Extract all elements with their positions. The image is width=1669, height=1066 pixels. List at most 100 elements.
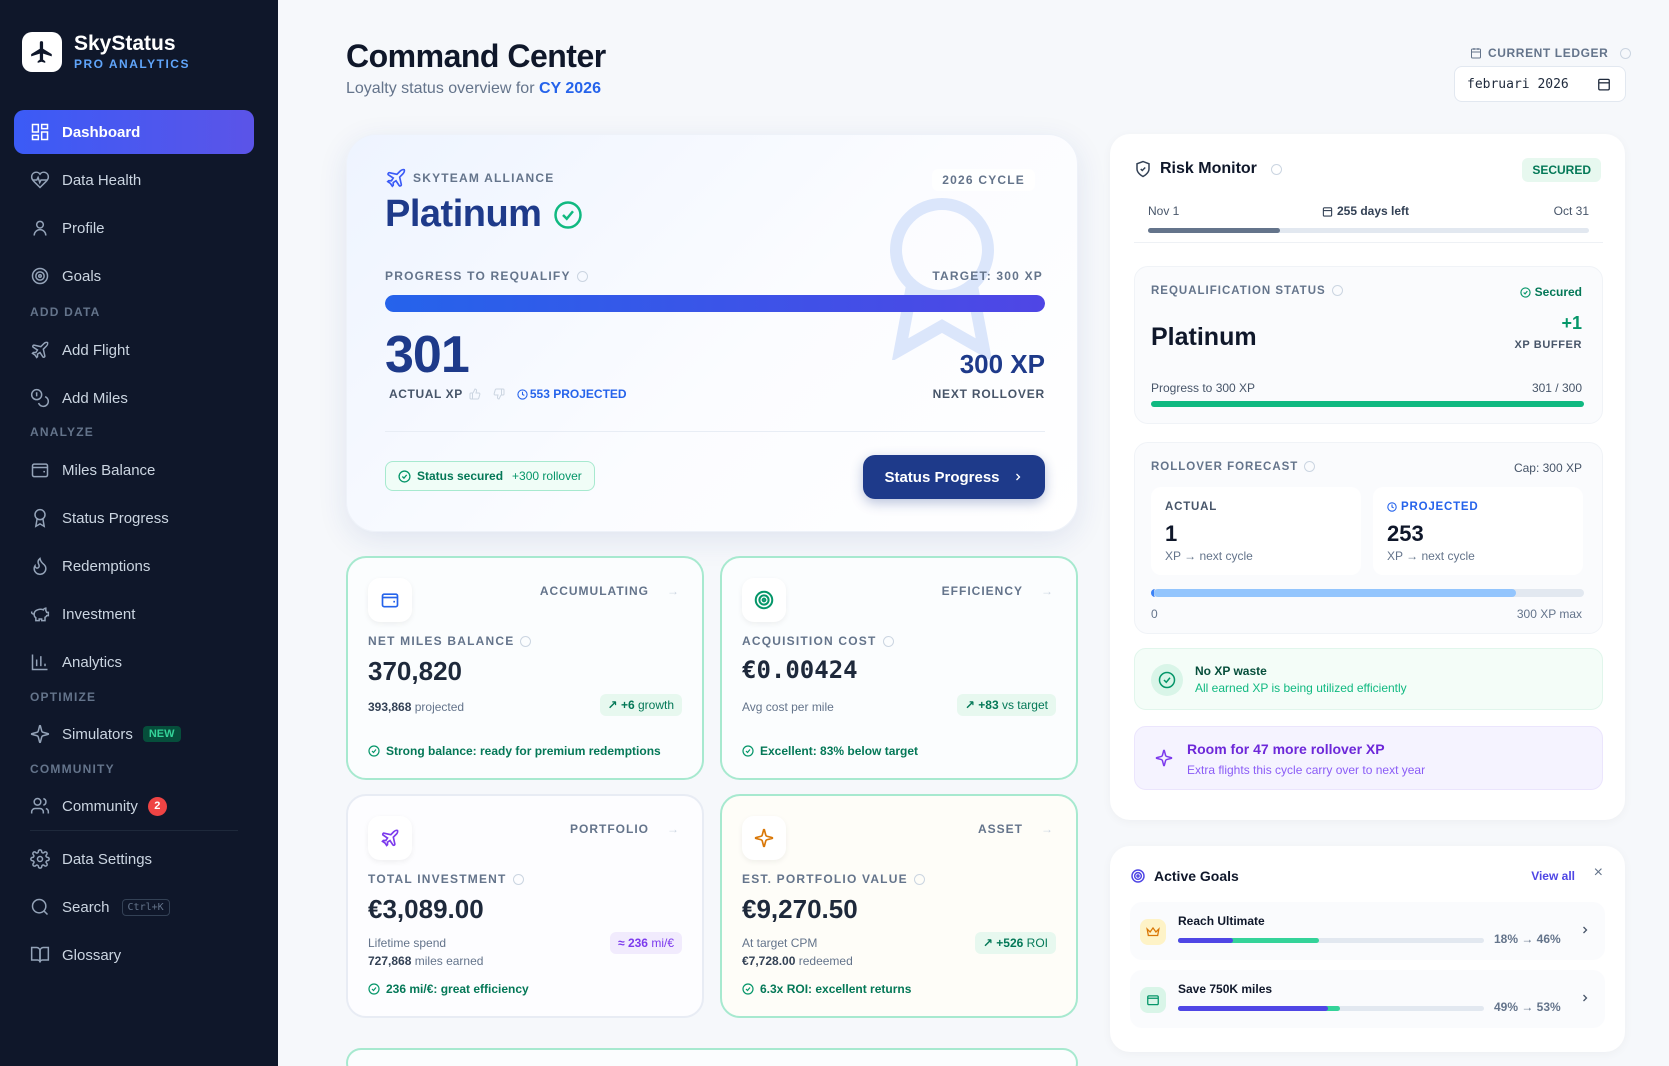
alert-title: No XP waste bbox=[1195, 664, 1267, 678]
thumbs-down-icon[interactable] bbox=[493, 388, 505, 400]
info-icon[interactable] bbox=[512, 874, 524, 886]
view-all-link[interactable]: View all bbox=[1531, 869, 1575, 883]
thumbs-up-icon[interactable] bbox=[469, 388, 481, 400]
card-tag-text: ACCUMULATING bbox=[539, 584, 649, 598]
sidebar-item-search[interactable]: Search Ctrl+K bbox=[14, 885, 254, 929]
projected-rollover-value: 253 bbox=[1387, 521, 1424, 546]
rollover-room-alert: Room for 47 more rollover XP Extra fligh… bbox=[1134, 726, 1603, 790]
sidebar-item-redemptions[interactable]: Redemptions bbox=[14, 544, 254, 588]
projected-rollover-text: PROJECTED bbox=[1401, 501, 1479, 513]
chevron-right-icon bbox=[1583, 994, 1588, 1002]
cycle-end-date: Oct 31 bbox=[1553, 204, 1589, 218]
card-label: EST. PORTFOLIO VALUE bbox=[742, 872, 925, 886]
sidebar-item-data-settings[interactable]: Data Settings bbox=[14, 837, 254, 881]
card-sub-text: miles earned bbox=[414, 954, 484, 968]
next-card-partial bbox=[346, 1048, 1078, 1066]
target-label: TARGET: 300 XP bbox=[932, 269, 1043, 283]
requal-label: REQUALIFICATION STATUS bbox=[1151, 285, 1343, 297]
sidebar-item-simulators[interactable]: Simulators NEW bbox=[14, 712, 254, 756]
total-investment-card[interactable]: PORTFOLIO → TOTAL INVESTMENT €3,089.00 Li… bbox=[346, 794, 704, 1018]
net-miles-balance-card[interactable]: ACCUMULATING → NET MILES BALANCE 370,820 … bbox=[346, 556, 704, 780]
info-icon[interactable] bbox=[1270, 163, 1282, 175]
sidebar-item-status-progress[interactable]: Status Progress bbox=[14, 496, 254, 540]
page-subtitle: Loyalty status overview for CY 2026 bbox=[346, 80, 601, 98]
portfolio-value-card[interactable]: ASSET → EST. PORTFOLIO VALUE €9,270.50 At… bbox=[720, 794, 1078, 1018]
sidebar-item-dashboard[interactable]: Dashboard bbox=[14, 110, 254, 154]
sidebar-item-goals[interactable]: Goals bbox=[14, 254, 254, 298]
goal-row[interactable]: Save 750K miles 49% → 53% bbox=[1130, 970, 1605, 1028]
info-icon[interactable] bbox=[576, 271, 588, 283]
arrow-right-icon: → bbox=[667, 584, 680, 598]
info-icon[interactable] bbox=[1304, 461, 1316, 473]
projected-rollover-label: PROJECTED bbox=[1387, 501, 1479, 513]
card-sub-value: 727,868 bbox=[368, 954, 412, 968]
check-circle-icon bbox=[554, 200, 583, 229]
actual-xp-value: 301 bbox=[385, 326, 470, 384]
pill-text: ROI bbox=[1026, 936, 1048, 950]
goal-row[interactable]: Reach Ultimate 18% → 46% bbox=[1130, 902, 1605, 960]
plane-icon bbox=[31, 341, 49, 359]
crown-icon bbox=[1140, 919, 1166, 945]
check-circle-icon bbox=[398, 469, 411, 483]
sidebar-item-label: Search bbox=[62, 898, 110, 916]
info-icon[interactable] bbox=[913, 874, 925, 886]
brand[interactable]: SkyStatus PRO ANALYTICS bbox=[22, 32, 190, 72]
sidebar: SkyStatus PRO ANALYTICS Dashboard Data H… bbox=[0, 0, 278, 1066]
goal-progress-text: 18% → 46% bbox=[1494, 932, 1561, 946]
card-label: TOTAL INVESTMENT bbox=[368, 872, 524, 886]
sidebar-item-add-miles[interactable]: Add Miles bbox=[14, 376, 254, 420]
info-icon[interactable] bbox=[1331, 285, 1343, 297]
status-progress-button[interactable]: Status Progress bbox=[863, 455, 1045, 499]
sidebar-item-label: Data Settings bbox=[62, 850, 153, 868]
card-tag-text: ASSET bbox=[977, 822, 1023, 836]
book-icon bbox=[30, 946, 50, 963]
card-value: €0.00424 bbox=[742, 656, 858, 684]
rocket-icon bbox=[368, 816, 412, 860]
goal-current-fill bbox=[1178, 1006, 1328, 1011]
alert-subtitle: Extra flights this cycle carry over to n… bbox=[1187, 763, 1426, 777]
wallet-icon bbox=[1140, 987, 1166, 1013]
sidebar-item-glossary[interactable]: Glossary bbox=[14, 933, 254, 977]
requal-label-text: REQUALIFICATION STATUS bbox=[1151, 285, 1326, 297]
info-icon[interactable] bbox=[1620, 47, 1632, 59]
goals-title: Active Goals bbox=[1154, 868, 1239, 884]
card-tag-text: PORTFOLIO bbox=[570, 822, 649, 836]
info-icon[interactable] bbox=[882, 636, 894, 648]
shield-check-icon bbox=[1136, 160, 1150, 178]
card-value: 370,820 bbox=[368, 656, 462, 686]
requal-secured-badge: Secured bbox=[1519, 285, 1582, 299]
acquisition-cost-card[interactable]: EFFICIENCY → ACQUISITION COST €0.00424 Av… bbox=[720, 556, 1078, 780]
arrow-right-icon: → bbox=[1041, 822, 1054, 836]
risk-monitor-header: Risk Monitor bbox=[1134, 160, 1282, 178]
goal-progress-bar bbox=[1178, 1006, 1484, 1011]
card-sub: 393,868 projected bbox=[368, 700, 464, 714]
calendar-picker-icon[interactable] bbox=[1597, 77, 1611, 91]
goal-progress-bar bbox=[1178, 938, 1484, 943]
close-icon[interactable]: × bbox=[1594, 864, 1603, 882]
requalification-status-panel: REQUALIFICATION STATUS Secured Platinum … bbox=[1134, 266, 1603, 424]
sidebar-item-data-health[interactable]: Data Health bbox=[14, 158, 254, 202]
requalify-progress-fill bbox=[385, 295, 1045, 312]
sidebar-item-add-flight[interactable]: Add Flight bbox=[14, 328, 254, 372]
cycle-timeline-bar bbox=[1148, 228, 1589, 233]
coins-icon bbox=[30, 388, 50, 408]
pill-value: +526 bbox=[996, 936, 1024, 950]
page-title: Command Center bbox=[346, 38, 606, 74]
card-tag: PORTFOLIO → bbox=[570, 822, 680, 836]
actual-xp-label: ACTUAL XP bbox=[389, 387, 463, 401]
sidebar-item-label: Add Miles bbox=[62, 389, 128, 407]
sidebar-item-profile[interactable]: Profile bbox=[14, 206, 254, 250]
nav-section-analyze: ANALYZE bbox=[30, 425, 94, 439]
sidebar-item-analytics[interactable]: Analytics bbox=[14, 640, 254, 684]
info-icon[interactable] bbox=[520, 636, 532, 648]
piggy-bank-icon bbox=[30, 607, 50, 622]
card-footer-text: 236 mi/€: great efficiency bbox=[386, 982, 529, 996]
card-footer: Excellent: 83% below target bbox=[742, 744, 918, 758]
sidebar-item-investment[interactable]: Investment bbox=[14, 592, 254, 636]
goal-current-fill bbox=[1178, 938, 1234, 943]
sidebar-item-miles-balance[interactable]: Miles Balance bbox=[14, 448, 254, 492]
rollover-cap: Cap: 300 XP bbox=[1513, 461, 1582, 475]
ledger-date-input[interactable]: februari 2026 bbox=[1454, 66, 1626, 102]
sidebar-item-label: Dashboard bbox=[62, 123, 141, 141]
sidebar-item-community[interactable]: Community 2 bbox=[14, 784, 254, 828]
